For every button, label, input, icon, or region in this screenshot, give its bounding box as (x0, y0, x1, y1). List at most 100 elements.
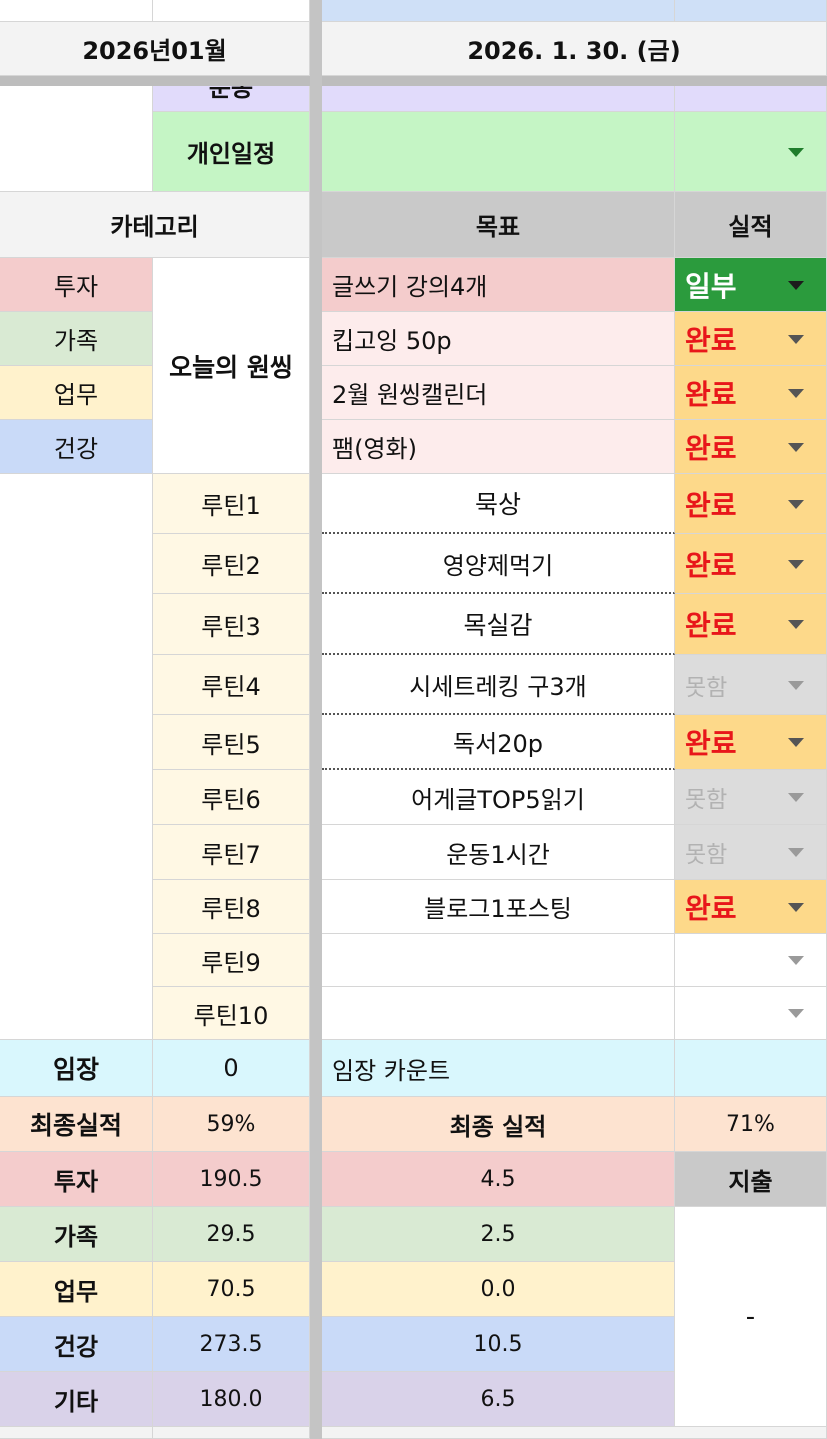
stamp-count[interactable]: 0 (153, 1040, 310, 1097)
routine-label-1[interactable]: 루틴1 (153, 474, 310, 534)
routine-label-3[interactable]: 루틴3 (153, 594, 310, 655)
dropdown-arrow-icon[interactable] (788, 147, 804, 157)
dropdown-arrow-icon[interactable] (788, 848, 804, 857)
top-strip-col1[interactable] (0, 0, 153, 22)
summary-total-family[interactable]: 29.5 (153, 1207, 310, 1262)
routine-goal-3[interactable]: 목실감 (322, 594, 675, 655)
final-value[interactable]: 59% (153, 1097, 310, 1152)
result-header[interactable]: 실적 (675, 192, 827, 258)
routine-goal-1[interactable]: 묵상 (322, 474, 675, 534)
stamp-label[interactable]: 임장 (0, 1040, 153, 1097)
routine-result-10[interactable] (675, 987, 827, 1040)
one-thing-goal-3[interactable]: 2월 원씽캘린더 (322, 366, 675, 420)
routine-goal-5[interactable]: 독서20p (322, 715, 675, 770)
dropdown-arrow-icon[interactable] (788, 1009, 804, 1018)
one-thing-goal-2[interactable]: 킵고잉 50p (322, 312, 675, 366)
routine-label-6[interactable]: 루틴6 (153, 770, 310, 825)
routine-goal-2[interactable]: 영양제먹기 (322, 534, 675, 594)
one-thing-label[interactable]: 오늘의 원씽 (153, 258, 310, 474)
routine-result-6[interactable]: 못함 (675, 770, 827, 825)
row-blank[interactable] (0, 86, 153, 192)
final-value-2[interactable]: 71% (675, 1097, 827, 1152)
personal-goal[interactable] (322, 112, 675, 192)
category-health[interactable]: 건강 (0, 420, 153, 474)
one-thing-result-2[interactable]: 완료 (675, 312, 827, 366)
dropdown-arrow-icon[interactable] (788, 442, 804, 452)
routine-goal-10[interactable] (322, 987, 675, 1040)
category-header[interactable]: 카테고리 (0, 192, 310, 258)
routine-result-4[interactable]: 못함 (675, 655, 827, 715)
dropdown-arrow-icon[interactable] (788, 680, 804, 690)
summary-total-work[interactable]: 70.5 (153, 1262, 310, 1317)
routine-blank-1[interactable] (0, 474, 153, 1040)
summary-today-etc[interactable]: 6.5 (322, 1372, 675, 1427)
dropdown-arrow-icon[interactable] (788, 388, 804, 398)
bottom-strip-col3[interactable] (322, 1427, 827, 1439)
summary-category-health[interactable]: 건강 (0, 1317, 153, 1372)
expense-value[interactable]: - (675, 1207, 827, 1427)
dropdown-arrow-icon[interactable] (788, 620, 804, 629)
routine-result-9[interactable] (675, 934, 827, 987)
exercise-goal[interactable] (322, 86, 675, 112)
date-header[interactable]: 2026. 1. 30. (금) (322, 22, 827, 76)
routine-label-7[interactable]: 루틴7 (153, 825, 310, 880)
summary-today-health[interactable]: 10.5 (322, 1317, 675, 1372)
summary-category-family[interactable]: 가족 (0, 1207, 153, 1262)
summary-category-invest[interactable]: 투자 (0, 1152, 153, 1207)
routine-result-7[interactable]: 못함 (675, 825, 827, 880)
routine-label-10[interactable]: 루틴10 (153, 987, 310, 1040)
routine-result-2[interactable]: 완료 (675, 534, 827, 594)
exercise-result[interactable] (675, 86, 827, 112)
personal-result[interactable] (675, 112, 827, 192)
category-work[interactable]: 업무 (0, 366, 153, 420)
routine-result-1[interactable]: 완료 (675, 474, 827, 534)
routine-goal-7[interactable]: 운동1시간 (322, 825, 675, 880)
routine-label-2[interactable]: 루틴2 (153, 534, 310, 594)
routine-label-9[interactable]: 루틴9 (153, 934, 310, 987)
one-thing-goal-1[interactable]: 글쓰기 강의4개 (322, 258, 675, 312)
goal-header[interactable]: 목표 (322, 192, 675, 258)
routine-label-5[interactable]: 루틴5 (153, 715, 310, 770)
expense-header[interactable]: 지출 (675, 1152, 827, 1207)
routine-label-8[interactable]: 루틴8 (153, 880, 310, 934)
bottom-strip-col2[interactable] (153, 1427, 310, 1439)
bottom-strip-col1[interactable] (0, 1427, 153, 1439)
routine-goal-4[interactable]: 시세트레킹 구3개 (322, 655, 675, 715)
top-strip-col2[interactable] (153, 0, 310, 22)
routine-label-4[interactable]: 루틴4 (153, 655, 310, 715)
final-label-2[interactable]: 최종 실적 (322, 1097, 675, 1152)
summary-today-work[interactable]: 0.0 (322, 1262, 675, 1317)
dropdown-arrow-icon[interactable] (788, 499, 804, 509)
stamp-count-label[interactable]: 임장 카운트 (322, 1040, 675, 1097)
month-header[interactable]: 2026년01월 (0, 22, 310, 76)
category-invest[interactable]: 투자 (0, 258, 153, 312)
summary-total-invest[interactable]: 190.5 (153, 1152, 310, 1207)
final-label[interactable]: 최종실적 (0, 1097, 153, 1152)
one-thing-goal-4[interactable]: 팸(영화) (322, 420, 675, 474)
dropdown-arrow-icon[interactable] (788, 902, 804, 912)
summary-category-work[interactable]: 업무 (0, 1262, 153, 1317)
stamp-count-result[interactable] (675, 1040, 827, 1097)
top-strip-result[interactable] (675, 0, 827, 22)
personal-label[interactable]: 개인일정 (153, 112, 310, 192)
one-thing-result-1[interactable]: 일부 (675, 258, 827, 312)
summary-today-invest[interactable]: 4.5 (322, 1152, 675, 1207)
one-thing-result-3[interactable]: 완료 (675, 366, 827, 420)
dropdown-arrow-icon[interactable] (788, 334, 804, 344)
routine-result-3[interactable]: 완료 (675, 594, 827, 655)
top-strip-goal[interactable] (322, 0, 675, 22)
routine-goal-6[interactable]: 어게글TOP5읽기 (322, 770, 675, 825)
routine-goal-9[interactable] (322, 934, 675, 987)
exercise-label[interactable]: 운동 (153, 86, 310, 112)
routine-result-8[interactable]: 완료 (675, 880, 827, 934)
summary-total-health[interactable]: 273.5 (153, 1317, 310, 1372)
dropdown-arrow-icon[interactable] (788, 956, 804, 965)
routine-result-5[interactable]: 완료 (675, 715, 827, 770)
dropdown-arrow-icon[interactable] (788, 280, 804, 290)
routine-goal-8[interactable]: 블로그1포스팅 (322, 880, 675, 934)
summary-category-etc[interactable]: 기타 (0, 1372, 153, 1427)
dropdown-arrow-icon[interactable] (788, 793, 804, 802)
category-family[interactable]: 가족 (0, 312, 153, 366)
one-thing-result-4[interactable]: 완료 (675, 420, 827, 474)
dropdown-arrow-icon[interactable] (788, 738, 804, 747)
